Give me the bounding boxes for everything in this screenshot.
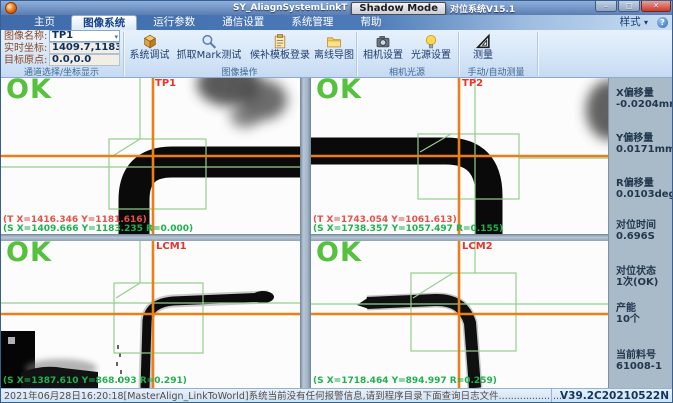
group-caption-image-ops: 图像操作	[124, 65, 355, 78]
ribbon-toolbar: 图像名称: TP1▾ 实时坐标: 1409.7,1183.2 目标原点: 0.0…	[1, 30, 673, 78]
sample-coords-text: (S X=1718.464 Y=894.997 R=0.259)	[313, 376, 497, 386]
group-caption-channel: 通道选择/坐标显示	[1, 65, 122, 78]
status-bar: 2021年06月28日16:20:18[MasterAlign_LinkToWo…	[1, 388, 673, 403]
tab-image-system[interactable]: 图像系统	[71, 15, 137, 30]
minimize-button[interactable]: –	[595, 1, 617, 12]
vertical-splitter[interactable]	[300, 78, 311, 388]
window-title-left: SY_AliagnSystemLinkT	[233, 3, 347, 13]
maximize-button[interactable]: □	[618, 1, 640, 12]
realtime-coord-label: 实时坐标:	[4, 43, 50, 55]
group-caption-camera-light: 相机光源	[357, 65, 457, 78]
measurement-panel: X偏移量-0.0204mm Y偏移量0.0171mm R偏移量0.0103deg…	[608, 78, 673, 388]
align-time-item: 对位时间0.696S	[609, 220, 673, 242]
bulb-icon	[422, 33, 440, 50]
app-window: SY_AliagnSystemLinkT Shadow Mode 对位系统V15…	[0, 0, 673, 403]
sample-coords-text: (S X=1387.610 Y=868.093 R=0.291)	[3, 376, 187, 386]
camera-view-lcm1[interactable]: OK LCM1 (S X=1387.610 Y=868.093 R=0.291)	[1, 241, 300, 388]
realtime-coord-field[interactable]: 1409.7,1183.2	[49, 42, 120, 54]
style-dropdown[interactable]: 样式 ▾	[620, 15, 648, 30]
ok-status: OK	[316, 78, 362, 105]
folder-icon	[325, 33, 343, 50]
throughput-item: 产能10个	[609, 303, 673, 325]
tab-run-params[interactable]: 运行参数	[142, 15, 206, 30]
image-name-label: 图像名称:	[4, 31, 50, 43]
sample-coords-text: (S X=1409.666 Y=1183.235 R=0.000)	[3, 224, 193, 234]
camera-view-lcm2[interactable]: OK LCM2 (S X=1718.464 Y=894.997 R=0.259)	[311, 241, 608, 388]
camera-view-tp2[interactable]: OK TP2 (T X=1743.054 Y=1061.613) (S X=17…	[311, 78, 608, 234]
setsquare-icon	[474, 33, 492, 50]
camera-label: LCM2	[462, 241, 493, 252]
image-name-combo[interactable]: TP1▾	[49, 30, 120, 42]
ok-status: OK	[6, 241, 52, 268]
tab-comm-settings[interactable]: 通信设置	[211, 15, 275, 30]
camera-view-tp1[interactable]: OK TP1 (T X=1416.346 Y=1181.616) (S X=14…	[1, 78, 300, 234]
tab-home[interactable]: 主页	[23, 15, 66, 30]
help-icon[interactable]: ?	[657, 17, 668, 28]
cube-icon	[141, 33, 159, 50]
menu-tab-row: 主页 图像系统 运行参数 通信设置 系统管理 帮助 样式 ▾ ?	[1, 15, 673, 30]
camera-icon	[374, 33, 392, 50]
y-offset-item: Y偏移量0.0171mm	[609, 133, 673, 155]
title-bar: SY_AliagnSystemLinkT Shadow Mode 对位系统V15…	[1, 1, 673, 15]
shadow-mode-badge: Shadow Mode	[351, 2, 446, 15]
camera-grid: OK TP1 (T X=1416.346 Y=1181.616) (S X=14…	[1, 78, 673, 388]
version-text: V39.2C20210522N	[551, 389, 669, 403]
tab-help[interactable]: 帮助	[349, 15, 392, 30]
r-offset-item: R偏移量0.0103deg	[609, 178, 673, 200]
magnifier-icon	[200, 33, 218, 50]
camera-label: TP1	[155, 78, 176, 89]
part-number-item: 当前料号61008-1	[609, 350, 673, 372]
camera-label: TP2	[462, 78, 483, 89]
combo-arrow-icon: ▾	[114, 32, 118, 42]
close-button[interactable]: ✕	[641, 1, 671, 12]
ok-status: OK	[6, 78, 52, 105]
ok-status: OK	[316, 241, 362, 268]
status-message: 2021年06月28日16:20:18[MasterAlign_LinkToWo…	[4, 389, 582, 403]
camera-label: LCM1	[156, 241, 187, 252]
chevron-down-icon: ▾	[644, 18, 648, 27]
align-status-item: 对位状态1次(OK)	[609, 266, 673, 288]
app-logo-icon	[5, 2, 17, 14]
tab-system-mgmt[interactable]: 系统管理	[280, 15, 344, 30]
window-title-right: 对位系统V15.1	[450, 2, 515, 15]
group-caption-measure: 手动/自动测量	[456, 65, 536, 78]
sample-coords-text: (S X=1738.357 Y=1057.497 R=0.155)	[313, 224, 503, 234]
clipboard-icon	[271, 33, 289, 50]
x-offset-item: X偏移量-0.0204mm	[609, 88, 673, 110]
